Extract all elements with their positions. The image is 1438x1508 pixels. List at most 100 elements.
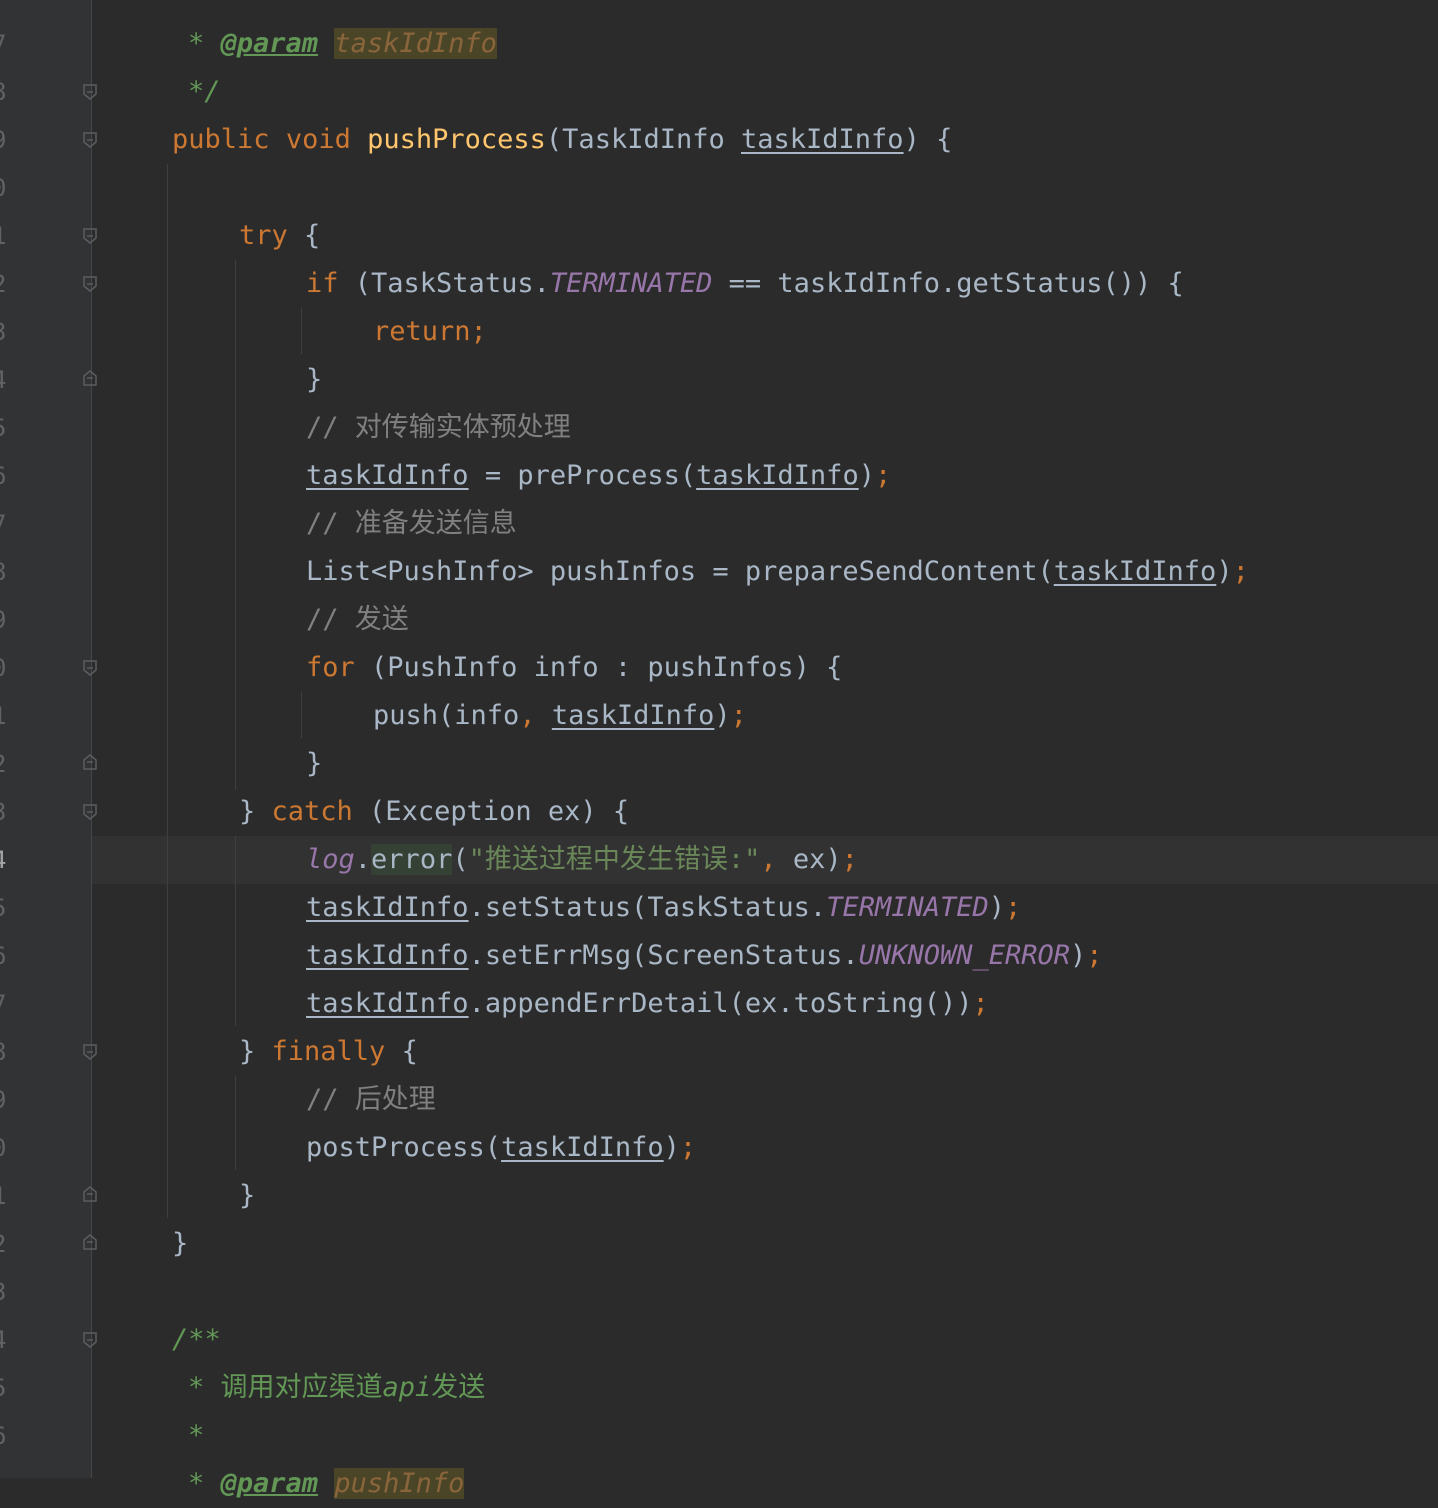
- variable: taskIdInfo: [696, 460, 859, 491]
- code-text: }: [239, 1036, 272, 1067]
- editor-gutter: [0, 0, 91, 1478]
- line-number: 3: [0, 788, 12, 836]
- code-line: /**: [172, 1316, 221, 1364]
- variable: taskIdInfo: [306, 940, 469, 971]
- code-line: * @param pushInfo: [188, 1460, 465, 1508]
- fold-start-icon[interactable]: [82, 804, 98, 820]
- fold-end-icon[interactable]: [82, 370, 98, 386]
- code-line: } catch (Exception ex) {: [239, 788, 629, 836]
- line-number: 2: [0, 260, 12, 308]
- code-text: ): [714, 700, 731, 731]
- keyword: catch: [271, 796, 353, 827]
- line-number: 6: [0, 452, 12, 500]
- line-number: 0: [0, 164, 12, 212]
- field-log: log: [306, 844, 355, 875]
- code-text: }: [172, 1228, 189, 1259]
- line-number: 6: [0, 932, 12, 980]
- fold-start-icon[interactable]: [82, 660, 98, 676]
- indent-guide: [235, 260, 236, 790]
- line-number: 7: [0, 980, 12, 1028]
- code-line: postProcess(taskIdInfo);: [306, 1124, 696, 1172]
- code-text: (: [452, 844, 469, 875]
- line-comment: // 对传输实体预处理: [306, 412, 571, 443]
- line-number: 2: [0, 740, 12, 788]
- line-number: 9: [0, 596, 12, 644]
- code-line: try {: [239, 212, 320, 260]
- code-text: (Exception ex) {: [352, 796, 630, 827]
- variable: taskIdInfo: [306, 892, 469, 923]
- code-text: .appendErrDetail(ex.toString()): [468, 988, 973, 1019]
- code-line-current: log.error("推送过程中发生错误:", ex);: [306, 836, 858, 884]
- method-name: pushProcess: [367, 124, 546, 155]
- fold-end-icon[interactable]: [82, 1234, 98, 1250]
- semicolon: ;: [841, 844, 858, 875]
- code-line: // 对传输实体预处理: [306, 404, 571, 452]
- line-number: 0: [0, 1124, 12, 1172]
- fold-end-icon[interactable]: [82, 754, 98, 770]
- indent-guide: [301, 308, 302, 354]
- fold-end-icon[interactable]: [82, 84, 98, 100]
- code-line: * 调用对应渠道api发送: [188, 1364, 485, 1412]
- doc-comment: 发送: [431, 1372, 486, 1403]
- code-text: {: [385, 1036, 418, 1067]
- code-text: push(info: [373, 700, 520, 731]
- line-number: 5: [0, 884, 12, 932]
- keyword: for: [306, 652, 355, 683]
- indent-guide: [167, 164, 168, 1218]
- line-number: 4: [0, 356, 12, 404]
- doc-param-tag: @param: [220, 28, 319, 59]
- line-number: 3: [0, 1268, 12, 1316]
- code-text: ): [1070, 940, 1087, 971]
- doc-comment: api: [382, 1372, 432, 1403]
- code-line: if (TaskStatus.TERMINATED == taskIdInfo.…: [306, 260, 1184, 308]
- code-line: */: [188, 68, 221, 116]
- variable: taskIdInfo: [306, 460, 469, 491]
- variable: taskIdInfo: [306, 988, 469, 1019]
- code-text: }: [306, 364, 323, 395]
- code-line: }: [306, 356, 322, 404]
- semicolon: ;: [1086, 940, 1103, 971]
- fold-end-icon[interactable]: [82, 1186, 98, 1202]
- semicolon: ;: [1232, 556, 1249, 587]
- line-number: 9: [0, 116, 12, 164]
- variable: taskIdInfo: [1053, 556, 1217, 587]
- doc-comment: * 调用对应渠道: [188, 1372, 383, 1403]
- variable: taskIdInfo: [551, 700, 715, 731]
- fold-start-icon[interactable]: [82, 228, 98, 244]
- doc-comment: *: [188, 1468, 221, 1499]
- fold-start-icon[interactable]: [82, 276, 98, 292]
- code-line: }: [306, 740, 322, 788]
- code-text: {: [287, 220, 321, 251]
- code-text: ): [663, 1132, 680, 1163]
- code-line: } finally {: [239, 1028, 418, 1076]
- code-text: ex): [792, 844, 842, 875]
- code-text: .setErrMsg(ScreenStatus.: [468, 940, 859, 971]
- doc-comment: */: [188, 76, 221, 107]
- constant: TERMINATED: [826, 892, 989, 923]
- indent-guide: [235, 836, 236, 1026]
- constant: UNKNOWN_ERROR: [858, 940, 1071, 971]
- fold-start-icon[interactable]: [82, 1044, 98, 1060]
- doc-param-tag: @param: [220, 1468, 319, 1499]
- line-number: 1: [0, 1172, 12, 1220]
- line-comment: // 发送: [306, 604, 409, 635]
- line-number: 1: [0, 692, 12, 740]
- code-text: }: [306, 748, 323, 779]
- fold-start-icon[interactable]: [82, 1332, 98, 1348]
- indent-guide: [301, 692, 302, 738]
- parameter: taskIdInfo: [741, 124, 904, 155]
- code-line: taskIdInfo.setErrMsg(ScreenStatus.UNKNOW…: [306, 932, 1103, 980]
- method-call-highlighted: error: [371, 844, 453, 875]
- keyword: try: [239, 220, 288, 251]
- semicolon: ;: [679, 1132, 697, 1163]
- semicolon: ;: [972, 988, 989, 1019]
- doc-comment: *: [188, 28, 221, 59]
- fold-start-icon[interactable]: [82, 132, 98, 148]
- code-text: }: [239, 1180, 256, 1211]
- comma: ,: [760, 844, 793, 875]
- code-text: (PushInfo info : pushInfos) {: [354, 652, 843, 683]
- code-line: push(info, taskIdInfo);: [373, 692, 747, 740]
- code-line: taskIdInfo.setStatus(TaskStatus.TERMINAT…: [306, 884, 1021, 932]
- code-line: // 后处理: [306, 1076, 436, 1124]
- code-text: ) {: [903, 124, 953, 155]
